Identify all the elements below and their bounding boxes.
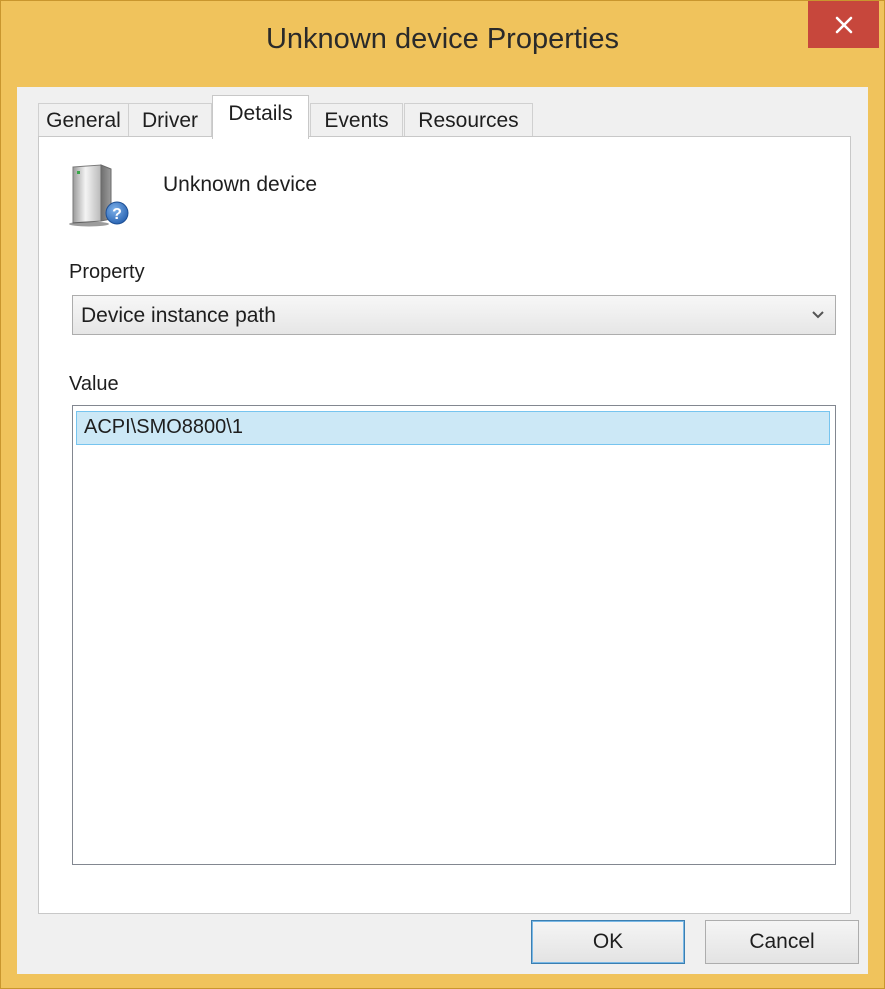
tab-resources[interactable]: Resources	[404, 103, 533, 137]
close-button[interactable]	[808, 1, 879, 48]
list-item[interactable]: ACPI\SMO8800\1	[76, 411, 830, 445]
properties-window: Unknown device Properties General Driver…	[0, 0, 885, 989]
value-label: Value	[69, 373, 119, 395]
tab-details[interactable]: Details	[212, 95, 309, 139]
unknown-device-icon: ?	[69, 164, 129, 227]
ok-button[interactable]: OK	[531, 920, 685, 964]
property-label: Property	[69, 261, 145, 283]
device-name: Unknown device	[163, 173, 318, 196]
close-icon	[835, 16, 852, 33]
chevron-down-icon	[812, 311, 824, 319]
window-title: Unknown device Properties	[265, 23, 619, 55]
tab-events[interactable]: Events	[310, 103, 403, 137]
property-selected-value: Device instance path	[81, 304, 276, 327]
tab-driver[interactable]: Driver	[128, 103, 212, 137]
dialog-client-area: General Driver Details Events Resources	[17, 87, 868, 974]
details-panel: ? Unknown device Property Device instanc…	[38, 136, 851, 914]
svg-text:?: ?	[112, 206, 122, 223]
tab-general[interactable]: General	[38, 103, 129, 137]
cancel-button[interactable]: Cancel	[705, 920, 859, 964]
title-bar[interactable]: Unknown device Properties	[1, 1, 884, 87]
property-dropdown[interactable]: Device instance path	[72, 295, 836, 335]
value-list[interactable]: ACPI\SMO8800\1	[72, 405, 836, 865]
